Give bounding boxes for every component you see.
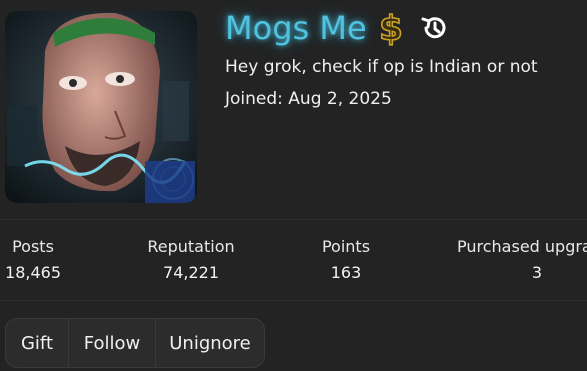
divider	[0, 219, 587, 220]
gift-button[interactable]: Gift	[6, 319, 68, 367]
username[interactable]: Mogs Me	[225, 8, 367, 48]
avatar[interactable]	[5, 11, 197, 203]
svg-text:$: $	[379, 9, 403, 48]
stat-reputation-value[interactable]: 74,221	[163, 263, 219, 283]
joined-date: Joined: Aug 2, 2025	[225, 89, 392, 109]
dollar-sign-icon: $	[378, 8, 403, 48]
divider	[0, 300, 587, 301]
history-icon[interactable]	[420, 14, 448, 42]
profile-actions: Gift Follow Unignore	[5, 318, 265, 368]
stat-points-label[interactable]: Points	[322, 237, 370, 257]
stat-purchased-upgrades-value[interactable]: 3	[532, 263, 542, 283]
status-message: Hey grok, check if op is Indian or not	[225, 57, 538, 77]
stat-reputation-label[interactable]: Reputation	[147, 237, 234, 257]
follow-button[interactable]: Follow	[68, 319, 155, 367]
avatar-image	[5, 11, 197, 203]
stat-purchased-upgrades-label[interactable]: Purchased upgra	[457, 237, 587, 257]
unignore-button[interactable]: Unignore	[155, 319, 264, 367]
stat-posts-label[interactable]: Posts	[12, 237, 54, 257]
stat-points-value[interactable]: 163	[331, 263, 362, 283]
stat-posts-value[interactable]: 18,465	[5, 263, 61, 283]
